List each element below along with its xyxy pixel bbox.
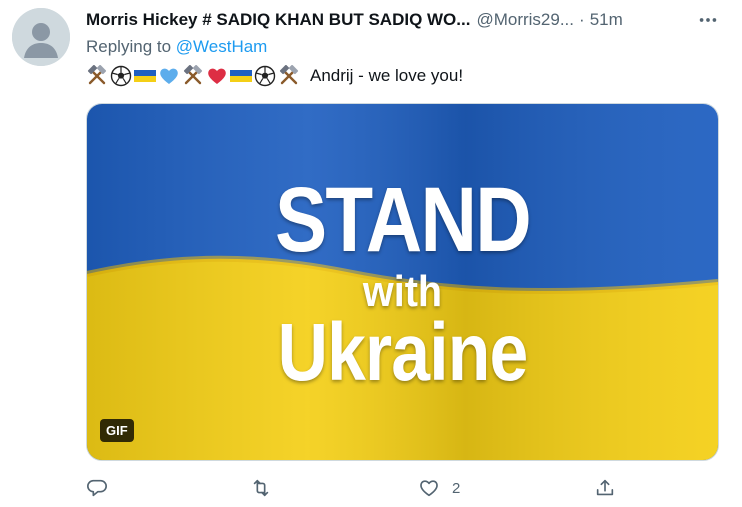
display-name[interactable]: Morris Hickey # SADIQ KHAN BUT SADIQ WO.…: [86, 10, 470, 30]
red-heart-icon: [206, 65, 228, 87]
reply-icon: [87, 479, 107, 497]
gif-media[interactable]: STAND with Ukraine GIF: [86, 103, 719, 461]
gif-caption: STAND with Ukraine: [87, 104, 718, 460]
ukraine-flag-icon: [230, 65, 252, 87]
emoji-row: [86, 65, 300, 87]
hammers-icon: [278, 65, 300, 87]
like-button[interactable]: 2: [418, 475, 460, 501]
hammers-icon: [86, 65, 108, 87]
default-avatar-icon: [12, 8, 70, 66]
more-dots-icon: [699, 18, 717, 22]
separator: ·: [579, 10, 585, 29]
tweet-actions: 2: [86, 475, 626, 501]
share-icon: [596, 479, 614, 496]
soccer-ball-icon: [254, 65, 276, 87]
like-count: 2: [452, 479, 461, 497]
replying-prefix: Replying to: [86, 37, 176, 56]
retweet-button[interactable]: [250, 475, 284, 501]
tweet-body: Andrij - we love you!: [310, 66, 464, 85]
soccer-ball-icon: [110, 65, 132, 87]
caption-line-1: STAND: [274, 169, 532, 271]
caption-line-3: Ukraine: [277, 307, 529, 398]
replying-to: Replying to @WestHam: [86, 37, 267, 57]
timestamp[interactable]: 51m: [590, 10, 623, 30]
tweet-header: Morris Hickey # SADIQ KHAN BUT SADIQ WO.…: [86, 9, 730, 31]
heart-icon: [420, 480, 438, 497]
blue-heart-icon: [158, 65, 180, 87]
ukraine-flag-icon: [134, 65, 156, 87]
more-options-button[interactable]: [696, 10, 720, 30]
gif-badge: GIF: [100, 419, 134, 442]
user-handle[interactable]: @Morris29...: [476, 10, 574, 30]
tweet-text: Andrij - we love you!: [86, 63, 463, 89]
reply-button[interactable]: [86, 475, 120, 501]
avatar[interactable]: [12, 8, 70, 66]
share-button[interactable]: [594, 475, 616, 501]
hammers-icon: [182, 65, 204, 87]
replying-to-link[interactable]: @WestHam: [176, 37, 268, 56]
retweet-icon: [253, 479, 269, 497]
